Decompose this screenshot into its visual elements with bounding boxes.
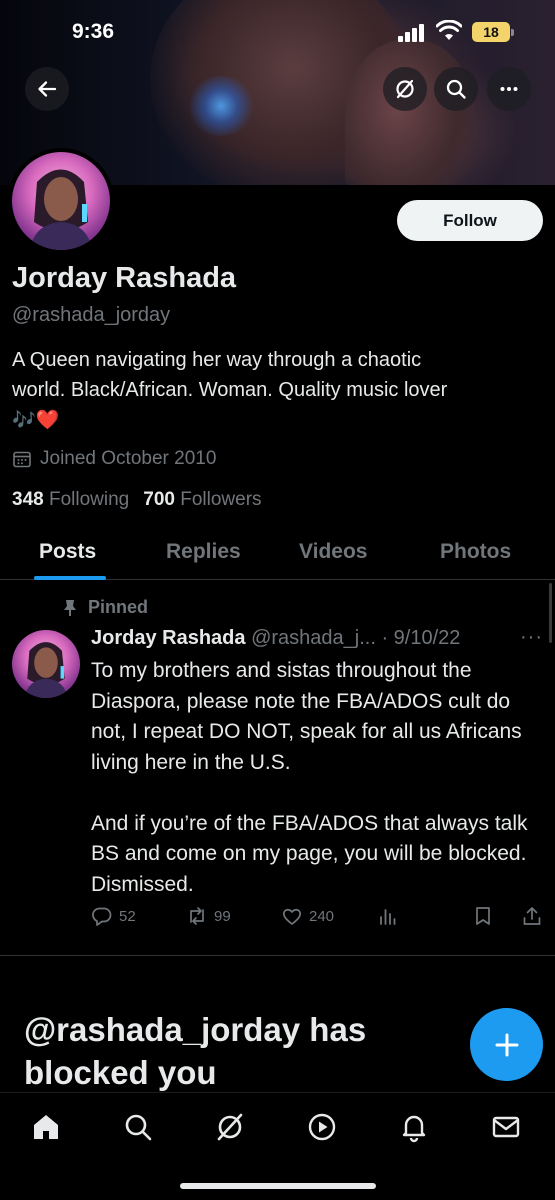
compose-button[interactable]	[470, 1008, 543, 1081]
active-tab-indicator	[34, 576, 106, 580]
following-label: Following	[48, 489, 130, 510]
pinned-text: Pinned	[88, 597, 149, 617]
analytics-icon	[380, 909, 396, 925]
repost-icon	[190, 907, 204, 925]
followers-link[interactable]: 700 Followers	[143, 489, 261, 511]
follow-counts: 348 Following 700 Followers	[12, 489, 262, 511]
bio-line: world. Black/African. Woman. Quality mus…	[12, 379, 448, 401]
repost-count: 99	[214, 907, 231, 925]
tab-posts[interactable]: Posts	[39, 540, 96, 564]
views-button[interactable]	[377, 905, 399, 927]
more-button[interactable]	[487, 67, 531, 111]
user-handle: @rashada_jorday	[12, 304, 171, 326]
wifi-icon	[436, 20, 462, 40]
tweet-author-name[interactable]: Jorday Rashada	[91, 627, 246, 649]
like-count: 240	[309, 907, 335, 925]
tweet-more-button[interactable]: ···	[520, 626, 543, 649]
display-name: Jorday Rashada	[12, 262, 237, 294]
tweet-header: Jorday Rashada @rashada_j... · 9/10/22	[91, 627, 460, 650]
search-icon	[125, 1114, 152, 1141]
reply-icon	[92, 907, 112, 926]
joined-date: Joined October 2010	[12, 448, 216, 470]
tab-videos[interactable]: Videos	[299, 540, 367, 564]
grok-icon	[217, 1113, 243, 1141]
bookmark-icon	[476, 907, 490, 925]
repost-button[interactable]: 99	[186, 905, 231, 927]
reply-button[interactable]: 52	[91, 905, 136, 927]
search-button[interactable]	[434, 67, 478, 111]
bookmark-button[interactable]	[472, 905, 494, 927]
bio-line: A Queen navigating her way through a cha…	[12, 349, 422, 371]
grok-button[interactable]	[383, 67, 427, 111]
home-icon	[34, 1115, 58, 1139]
tweet-author-meta: @rashada_j... · 9/10/22	[251, 627, 461, 649]
nav-search[interactable]	[122, 1111, 154, 1143]
tab-photos[interactable]: Photos	[440, 540, 511, 564]
signal-icon	[398, 24, 428, 42]
following-count: 348	[12, 489, 44, 510]
tweet-text: To my brothers and sistas throughout the…	[91, 659, 528, 896]
followers-label: Followers	[180, 489, 262, 510]
like-button[interactable]: 240	[281, 905, 334, 927]
share-button[interactable]	[521, 905, 543, 927]
back-button[interactable]	[25, 67, 69, 111]
status-bar: 9:36 18	[0, 0, 555, 60]
bio-emoji: 🎶❤️	[12, 409, 60, 431]
profile-tabs: Posts Replies Videos Photos	[0, 530, 555, 580]
pinned-label: Pinned	[62, 597, 148, 618]
search-icon	[446, 79, 466, 99]
messages-icon	[492, 1116, 520, 1138]
divider	[0, 955, 555, 956]
status-time: 9:36	[72, 20, 115, 43]
grok-icon	[396, 79, 414, 99]
notifications-icon	[402, 1115, 426, 1143]
scrollbar[interactable]	[549, 583, 552, 643]
reply-count: 52	[119, 907, 136, 925]
share-icon	[523, 907, 541, 925]
heart-icon	[282, 908, 302, 925]
calendar-icon	[13, 451, 31, 468]
banner-scorpion-glow	[186, 76, 256, 136]
video-icon	[308, 1113, 336, 1141]
pin-icon	[64, 599, 76, 616]
blocked-notice: @rashada_jorday has blocked you	[24, 1011, 367, 1091]
nav-messages[interactable]	[490, 1111, 522, 1143]
follow-button[interactable]: Follow	[397, 200, 543, 241]
nav-video[interactable]	[306, 1111, 338, 1143]
nav-home[interactable]	[30, 1111, 62, 1143]
profile-bio: A Queen navigating her way through a cha…	[12, 345, 542, 435]
profile-avatar[interactable]	[8, 148, 114, 254]
battery-icon: 18	[472, 22, 514, 42]
tab-replies[interactable]: Replies	[166, 540, 241, 564]
nav-grok[interactable]	[214, 1111, 246, 1143]
home-indicator[interactable]	[180, 1183, 376, 1189]
arrow-left-icon	[38, 81, 57, 97]
banner-hand	[345, 40, 475, 185]
tweet-avatar[interactable]	[12, 630, 80, 698]
following-link[interactable]: 348 Following	[12, 489, 129, 511]
plus-icon	[495, 1033, 518, 1056]
tweet-actions: 52 99 240	[91, 905, 543, 933]
more-horizontal-icon	[500, 87, 518, 91]
joined-label: Joined October 2010	[40, 448, 217, 469]
followers-count: 700	[143, 489, 175, 510]
nav-notifications[interactable]	[398, 1111, 430, 1143]
